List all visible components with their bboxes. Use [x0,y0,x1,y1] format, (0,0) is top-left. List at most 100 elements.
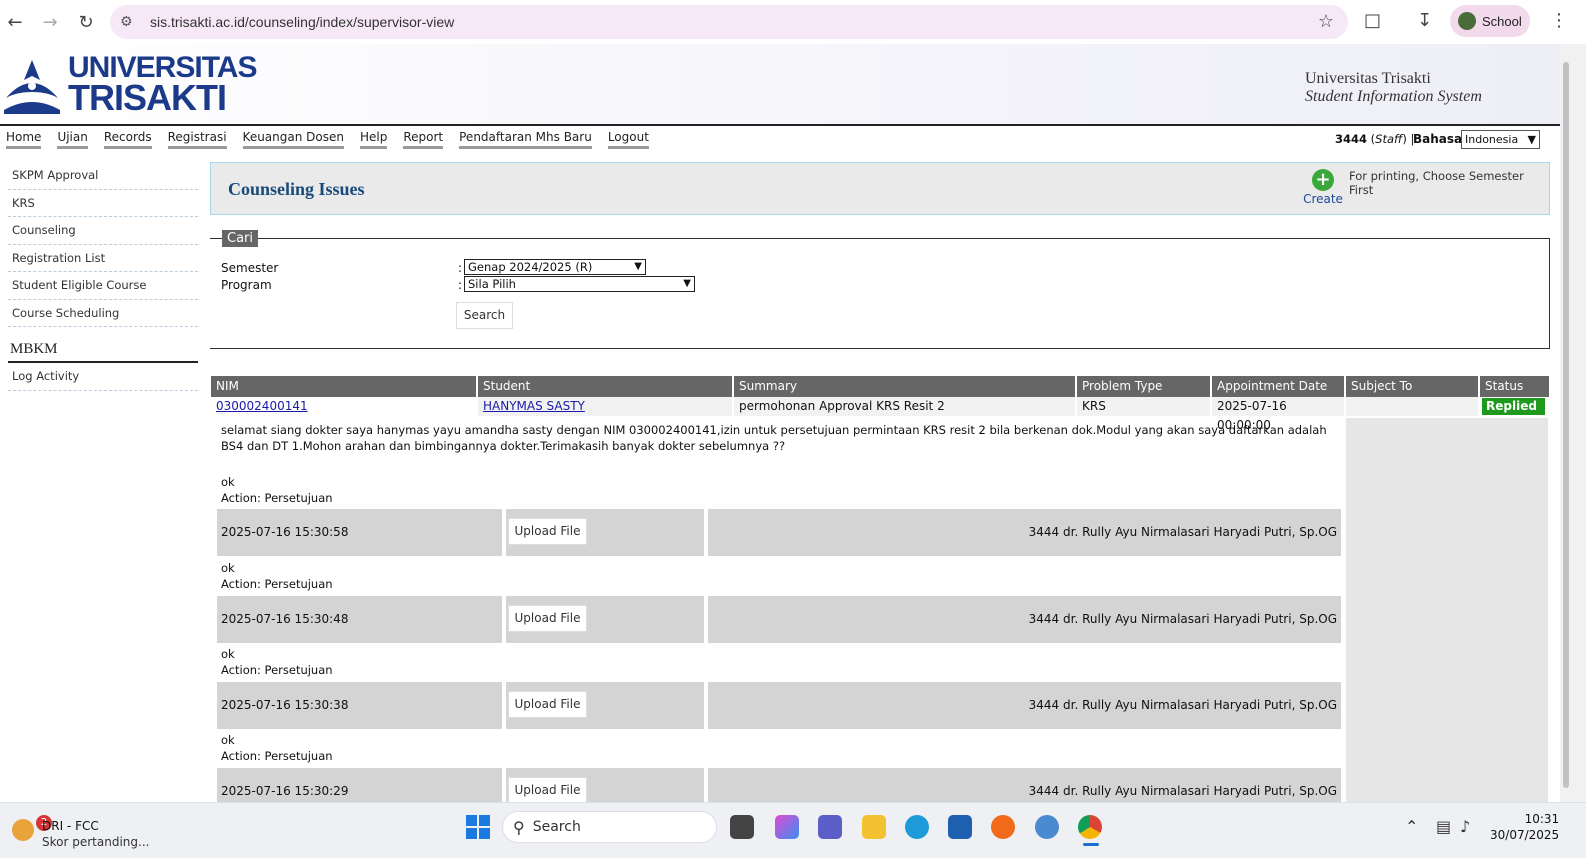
conversation-area: selamat siang dokter saya hanymas yayu a… [214,418,1344,815]
search-fieldset: Cari Semester : Genap 2024/2025 (R) ▼ Pr… [210,230,1550,349]
reply-text: ok [221,733,235,747]
site-info-icon[interactable]: ⚙ [120,14,142,30]
reply-text: ok [221,561,235,575]
tray-chevron-up-icon[interactable]: ⌃ [1405,817,1418,836]
address-bar[interactable]: ⚙ sis.trisakti.ac.id/counseling/index/su… [110,5,1348,39]
volume-icon[interactable]: ♪ [1460,817,1470,836]
program-value: Sila Pilih [468,277,516,291]
reply-date: 2025-07-16 15:30:48 [217,596,502,643]
back-icon[interactable]: ← [0,7,30,37]
reply-action: Action: Persetujuan [221,749,333,763]
search-button[interactable]: Search [456,302,513,329]
student-message: selamat siang dokter saya hanymas yayu a… [221,423,1327,453]
menu-keuangan-dosen[interactable]: Keuangan Dosen [242,130,344,149]
firefox-icon[interactable] [991,815,1015,839]
semester-colon: : [458,261,463,275]
system-name: Student Information System [1305,88,1482,105]
student-link[interactable]: HANYMAS SASTY [483,399,585,413]
user-id: 3444 [1335,132,1368,146]
taskbar-search[interactable]: ⚲ Search [502,811,717,843]
table-row: 030002400141 HANYMAS SASTY permohonan Ap… [211,397,1549,432]
windows-start-icon[interactable] [466,815,490,839]
status-badge: Replied [1482,398,1547,415]
cell-summary: permohonan Approval KRS Resit 2 [734,397,1077,416]
menu-report[interactable]: Report [403,130,444,149]
header-status: Status [1485,379,1524,393]
app-icon[interactable] [1035,815,1059,839]
reply-author: 3444 dr. Rully Ayu Nirmalasari Haryadi P… [708,509,1341,556]
file-explorer-icon[interactable] [862,815,886,839]
scrollbar-thumb[interactable] [1563,62,1569,788]
program-select[interactable]: Sila Pilih ▼ [464,276,695,292]
widget-title: DRI - FCC [42,819,99,833]
upload-file-button[interactable]: Upload File [508,518,587,545]
search-placeholder: Search [532,819,581,835]
sidebar-item-counseling[interactable]: Counseling [8,217,198,245]
active-app-indicator [1083,843,1099,846]
reply-author: 3444 dr. Rully Ayu Nirmalasari Haryadi P… [708,682,1341,729]
network-icon[interactable]: ▤ [1436,817,1451,836]
clock-date: 30/07/2025 [1490,828,1560,842]
reply-action: Action: Persetujuan [221,491,333,505]
download-icon[interactable]: ↧ [1417,10,1432,31]
reply-row: 2025-07-16 15:30:48 Upload File 3444 dr.… [217,596,1341,643]
header-appointment-date: Appointment Date [1212,376,1346,397]
forward-icon[interactable]: → [35,7,65,37]
edge-icon[interactable] [905,815,929,839]
extensions-icon[interactable]: □ [1364,10,1381,31]
sports-icon [12,819,34,841]
copilot-icon[interactable] [775,815,799,839]
windows-taskbar: 2 DRI - FCC Skor pertanding... ⚲ Search … [0,802,1586,858]
nim-link[interactable]: 030002400141 [216,399,308,413]
search-legend: Cari [222,230,258,247]
profile-button[interactable]: School [1450,5,1530,37]
sidebar-item-student-eligible-course[interactable]: Student Eligible Course [8,272,198,300]
site-header: UNIVERSITAS TRISAKTI Universitas Trisakt… [0,44,1560,126]
upload-file-button[interactable]: Upload File [508,777,587,804]
menu-records[interactable]: Records [103,130,152,149]
menu-ujian[interactable]: Ujian [57,130,88,149]
chevron-down-icon: ▼ [634,261,642,272]
sidebar-item-krs[interactable]: KRS [8,190,198,217]
avatar [1458,12,1476,30]
menu-home[interactable]: Home [6,130,42,149]
menu-logout[interactable]: Logout [607,130,649,149]
header-subject-to: Subject To [1346,376,1480,397]
browser-menu-icon[interactable]: ⋮ [1550,10,1568,31]
upload-file-button[interactable]: Upload File [508,691,587,718]
semester-select[interactable]: Genap 2024/2025 (R) ▼ [464,259,646,275]
logo-text-trisakti: TRISAKTI [68,77,227,118]
reply-author: 3444 dr. Rully Ayu Nirmalasari Haryadi P… [708,596,1341,643]
store-icon[interactable] [948,815,972,839]
header-summary: Summary [734,376,1077,397]
profile-label: School [1482,13,1522,29]
language-select[interactable]: Indonesia ▼ [1461,130,1540,149]
create-button[interactable]: + Create [1303,169,1343,206]
bookmark-star-icon[interactable]: ☆ [1318,11,1334,32]
reply-upload-cell: Upload File [506,596,704,643]
reply-date: 2025-07-16 15:30:58 [217,509,502,556]
header-nim: NIM [211,376,478,397]
url-text: sis.trisakti.ac.id/counseling/index/supe… [150,14,455,30]
detail-side-panel [1346,418,1548,802]
sidebar: SKPM Approval KRS Counseling Registratio… [8,162,198,391]
sidebar-item-course-scheduling[interactable]: Course Scheduling [8,300,198,327]
reply-action: Action: Persetujuan [221,663,333,677]
upload-file-button[interactable]: Upload File [508,605,587,632]
task-view-icon[interactable] [730,815,754,839]
system-clock[interactable]: 10:31 30/07/2025 [1490,811,1559,843]
counseling-issues-panel: Counseling Issues + Create For printing,… [210,162,1550,215]
teams-icon[interactable] [818,815,842,839]
menu-help[interactable]: Help [359,130,388,149]
trisakti-logo-icon [4,60,60,114]
plus-icon: + [1312,169,1334,191]
reload-icon[interactable]: ↻ [71,7,101,37]
sidebar-item-registration-list[interactable]: Registration List [8,245,198,272]
menu-pendaftaran[interactable]: Pendaftaran Mhs Baru [459,130,592,149]
sidebar-item-log-activity[interactable]: Log Activity [8,363,198,391]
chrome-icon[interactable] [1078,815,1102,839]
menu-registrasi[interactable]: Registrasi [167,130,227,149]
sidebar-item-skpm-approval[interactable]: SKPM Approval [8,162,198,190]
reply-upload-cell: Upload File [506,682,704,729]
page-title: Counseling Issues [228,179,365,199]
